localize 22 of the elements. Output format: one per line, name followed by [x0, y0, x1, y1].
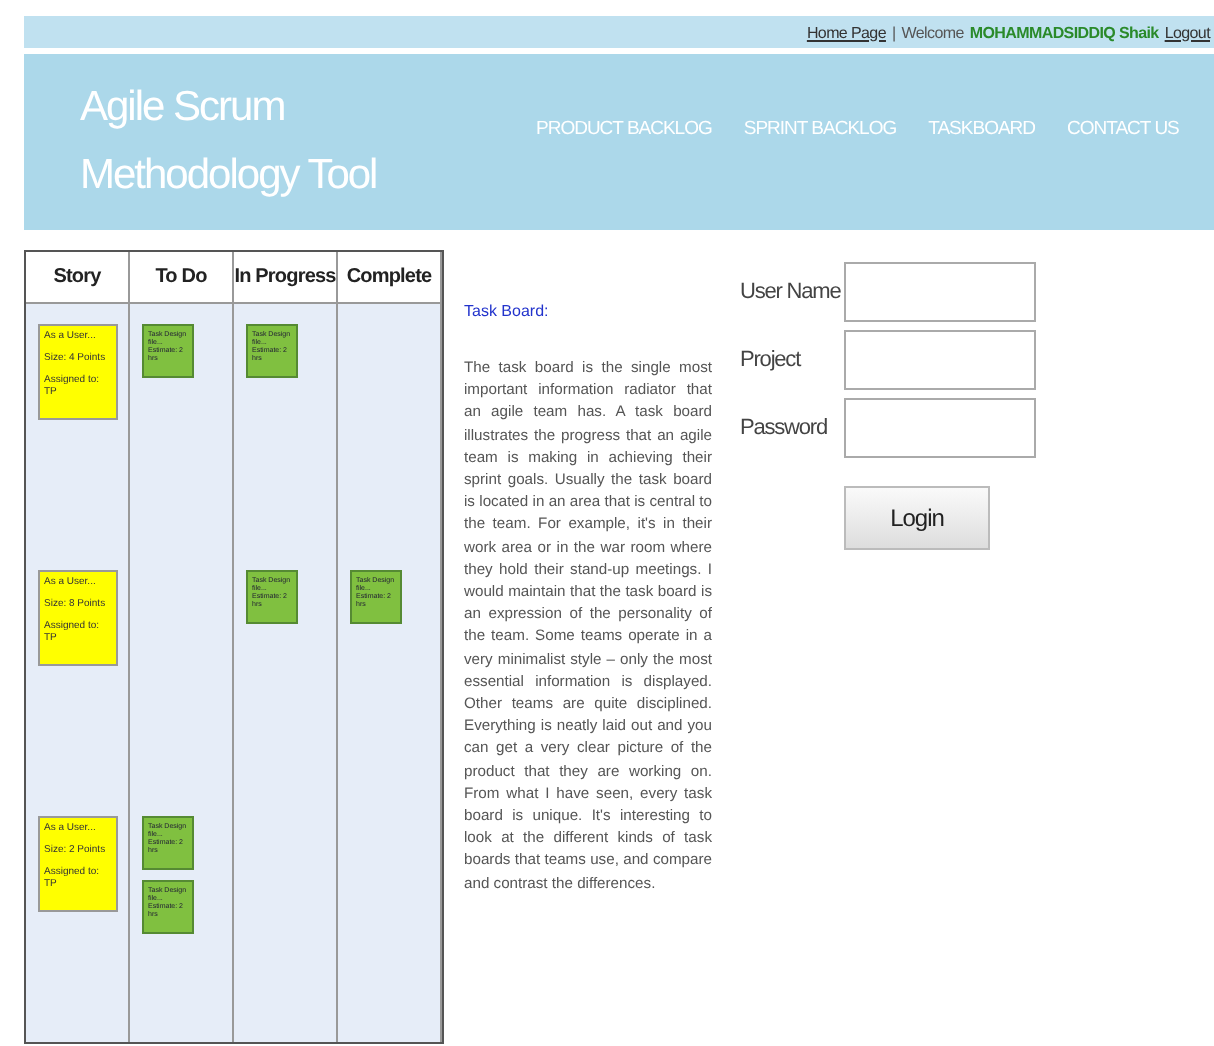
nav-link[interactable]: PRODUCT BACKLOG — [536, 117, 712, 139]
field-label: User Name — [740, 280, 843, 304]
logout-link[interactable]: Logout — [1164, 23, 1210, 41]
column-header: In Progress — [234, 252, 338, 304]
login-button[interactable]: Login — [844, 486, 990, 550]
column-header: To Do — [130, 252, 234, 304]
input-field[interactable] — [844, 398, 1036, 458]
nav-link[interactable]: SPRINT BACKLOG — [743, 117, 897, 139]
input-field[interactable] — [844, 330, 1036, 390]
nav-link[interactable]: TASKBOARD — [928, 117, 1036, 139]
separator: | — [891, 23, 896, 41]
article-heading: Task Board: — [464, 302, 551, 320]
column-header: Story — [26, 252, 130, 304]
column-header: Complete — [338, 252, 442, 304]
welcome-text: Welcome — [901, 23, 964, 41]
user-name: MOHAMMADSIDDIQ Shaik — [969, 23, 1159, 41]
site-title: Agile Scrum Methodology Tool — [80, 82, 379, 202]
nav-link[interactable]: CONTACT US — [1067, 117, 1179, 139]
field-label: Project — [740, 348, 804, 372]
input-field[interactable] — [844, 262, 1036, 322]
home-page-link[interactable]: Home Page — [806, 23, 886, 41]
field-label: Password — [740, 416, 829, 440]
